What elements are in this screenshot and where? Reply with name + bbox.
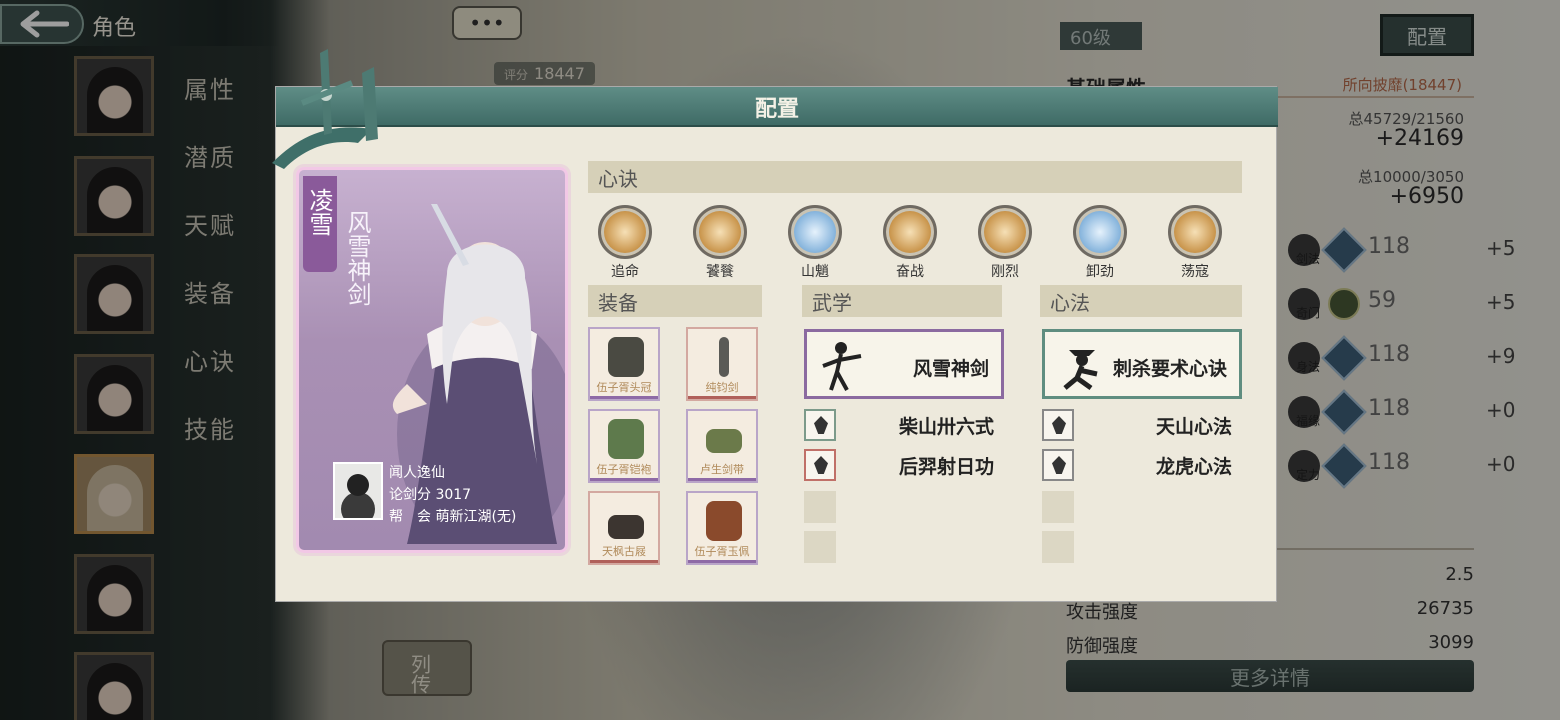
- equip-slot-armor[interactable]: 伍子胥铠袍: [588, 409, 660, 483]
- config-dialog: 配置 凌雪 风雪神剑 闻人逸仙 论剑分 3017 帮 会 萌新江湖(无) 心诀 …: [272, 49, 1278, 602]
- equip-slot-accessory[interactable]: 伍子胥玉佩: [686, 491, 758, 565]
- skill-slot[interactable]: 卸劲: [1069, 205, 1131, 281]
- xinfa-sub-slot[interactable]: 龙虎心法: [1042, 449, 1242, 481]
- belt-icon: [706, 429, 742, 453]
- wuxue-main-slot[interactable]: 风雪神剑: [804, 329, 1004, 399]
- owner-avatar[interactable]: [333, 462, 383, 520]
- empty-slot[interactable]: [804, 491, 836, 523]
- equip-slot-weapon[interactable]: 纯钧剑: [686, 327, 758, 401]
- skill-slot[interactable]: 刚烈: [974, 205, 1036, 281]
- character-card: 凌雪 风雪神剑 闻人逸仙 论剑分 3017 帮 会 萌新江湖(无): [296, 167, 568, 553]
- empty-slot[interactable]: [1042, 491, 1074, 523]
- wuxue-sub-slot[interactable]: 后羿射日功: [804, 449, 1004, 481]
- skill-slot[interactable]: 荡寇: [1164, 205, 1226, 281]
- dialog-title: 配置: [754, 97, 799, 122]
- skill-icon: [693, 205, 747, 259]
- skill-slot[interactable]: 奋战: [879, 205, 941, 281]
- owner-name: 闻人逸仙: [389, 465, 445, 481]
- mind-method-icon: [1042, 409, 1074, 441]
- skill-icon: [1168, 205, 1222, 259]
- equip-slot-shoes[interactable]: 天枫古屐: [588, 491, 660, 565]
- xinfa-sub-slot[interactable]: 天山心法: [1042, 409, 1242, 441]
- skill-slot[interactable]: 饕餮: [689, 205, 751, 281]
- section-header-wuxue: 武学: [802, 285, 1002, 317]
- shoes-icon: [608, 515, 644, 539]
- helmet-icon: [608, 337, 644, 377]
- armor-icon: [608, 419, 644, 459]
- empty-slot[interactable]: [804, 531, 836, 563]
- pendant-icon: [706, 501, 742, 541]
- martial-art-icon: [804, 409, 836, 441]
- sword-ornament-icon: [272, 49, 378, 169]
- equip-slot-belt[interactable]: 卢生剑带: [686, 409, 758, 483]
- owner-score: 论剑分 3017: [389, 487, 472, 503]
- section-header-equipment: 装备: [588, 285, 762, 317]
- section-header-xinjue: 心诀: [588, 161, 1242, 193]
- skill-slot[interactable]: 山魈: [784, 205, 846, 281]
- owner-info: 闻人逸仙 论剑分 3017 帮 会 萌新江湖(无): [333, 462, 563, 525]
- mind-method-icon: [1042, 449, 1074, 481]
- assassin-icon: [1063, 350, 1098, 391]
- martial-artist-icon: [822, 342, 862, 391]
- empty-slot[interactable]: [1042, 531, 1074, 563]
- xinfa-main-slot[interactable]: 刺杀要术心诀: [1042, 329, 1242, 399]
- skill-icon: [788, 205, 842, 259]
- character-name: 凌雪: [305, 188, 333, 236]
- skill-icon: [1073, 205, 1127, 259]
- skill-slot[interactable]: 追命: [594, 205, 656, 281]
- equip-slot-head[interactable]: 伍子胥头冠: [588, 327, 660, 401]
- skill-icon: [883, 205, 937, 259]
- sword-icon: [719, 337, 729, 377]
- martial-art-icon: [804, 449, 836, 481]
- section-header-xinfa: 心法: [1040, 285, 1242, 317]
- skill-icon: [978, 205, 1032, 259]
- skill-icon: [598, 205, 652, 259]
- owner-guild: 帮 会 萌新江湖(无): [389, 509, 517, 525]
- wuxue-sub-slot[interactable]: 柴山卅六式: [804, 409, 1004, 441]
